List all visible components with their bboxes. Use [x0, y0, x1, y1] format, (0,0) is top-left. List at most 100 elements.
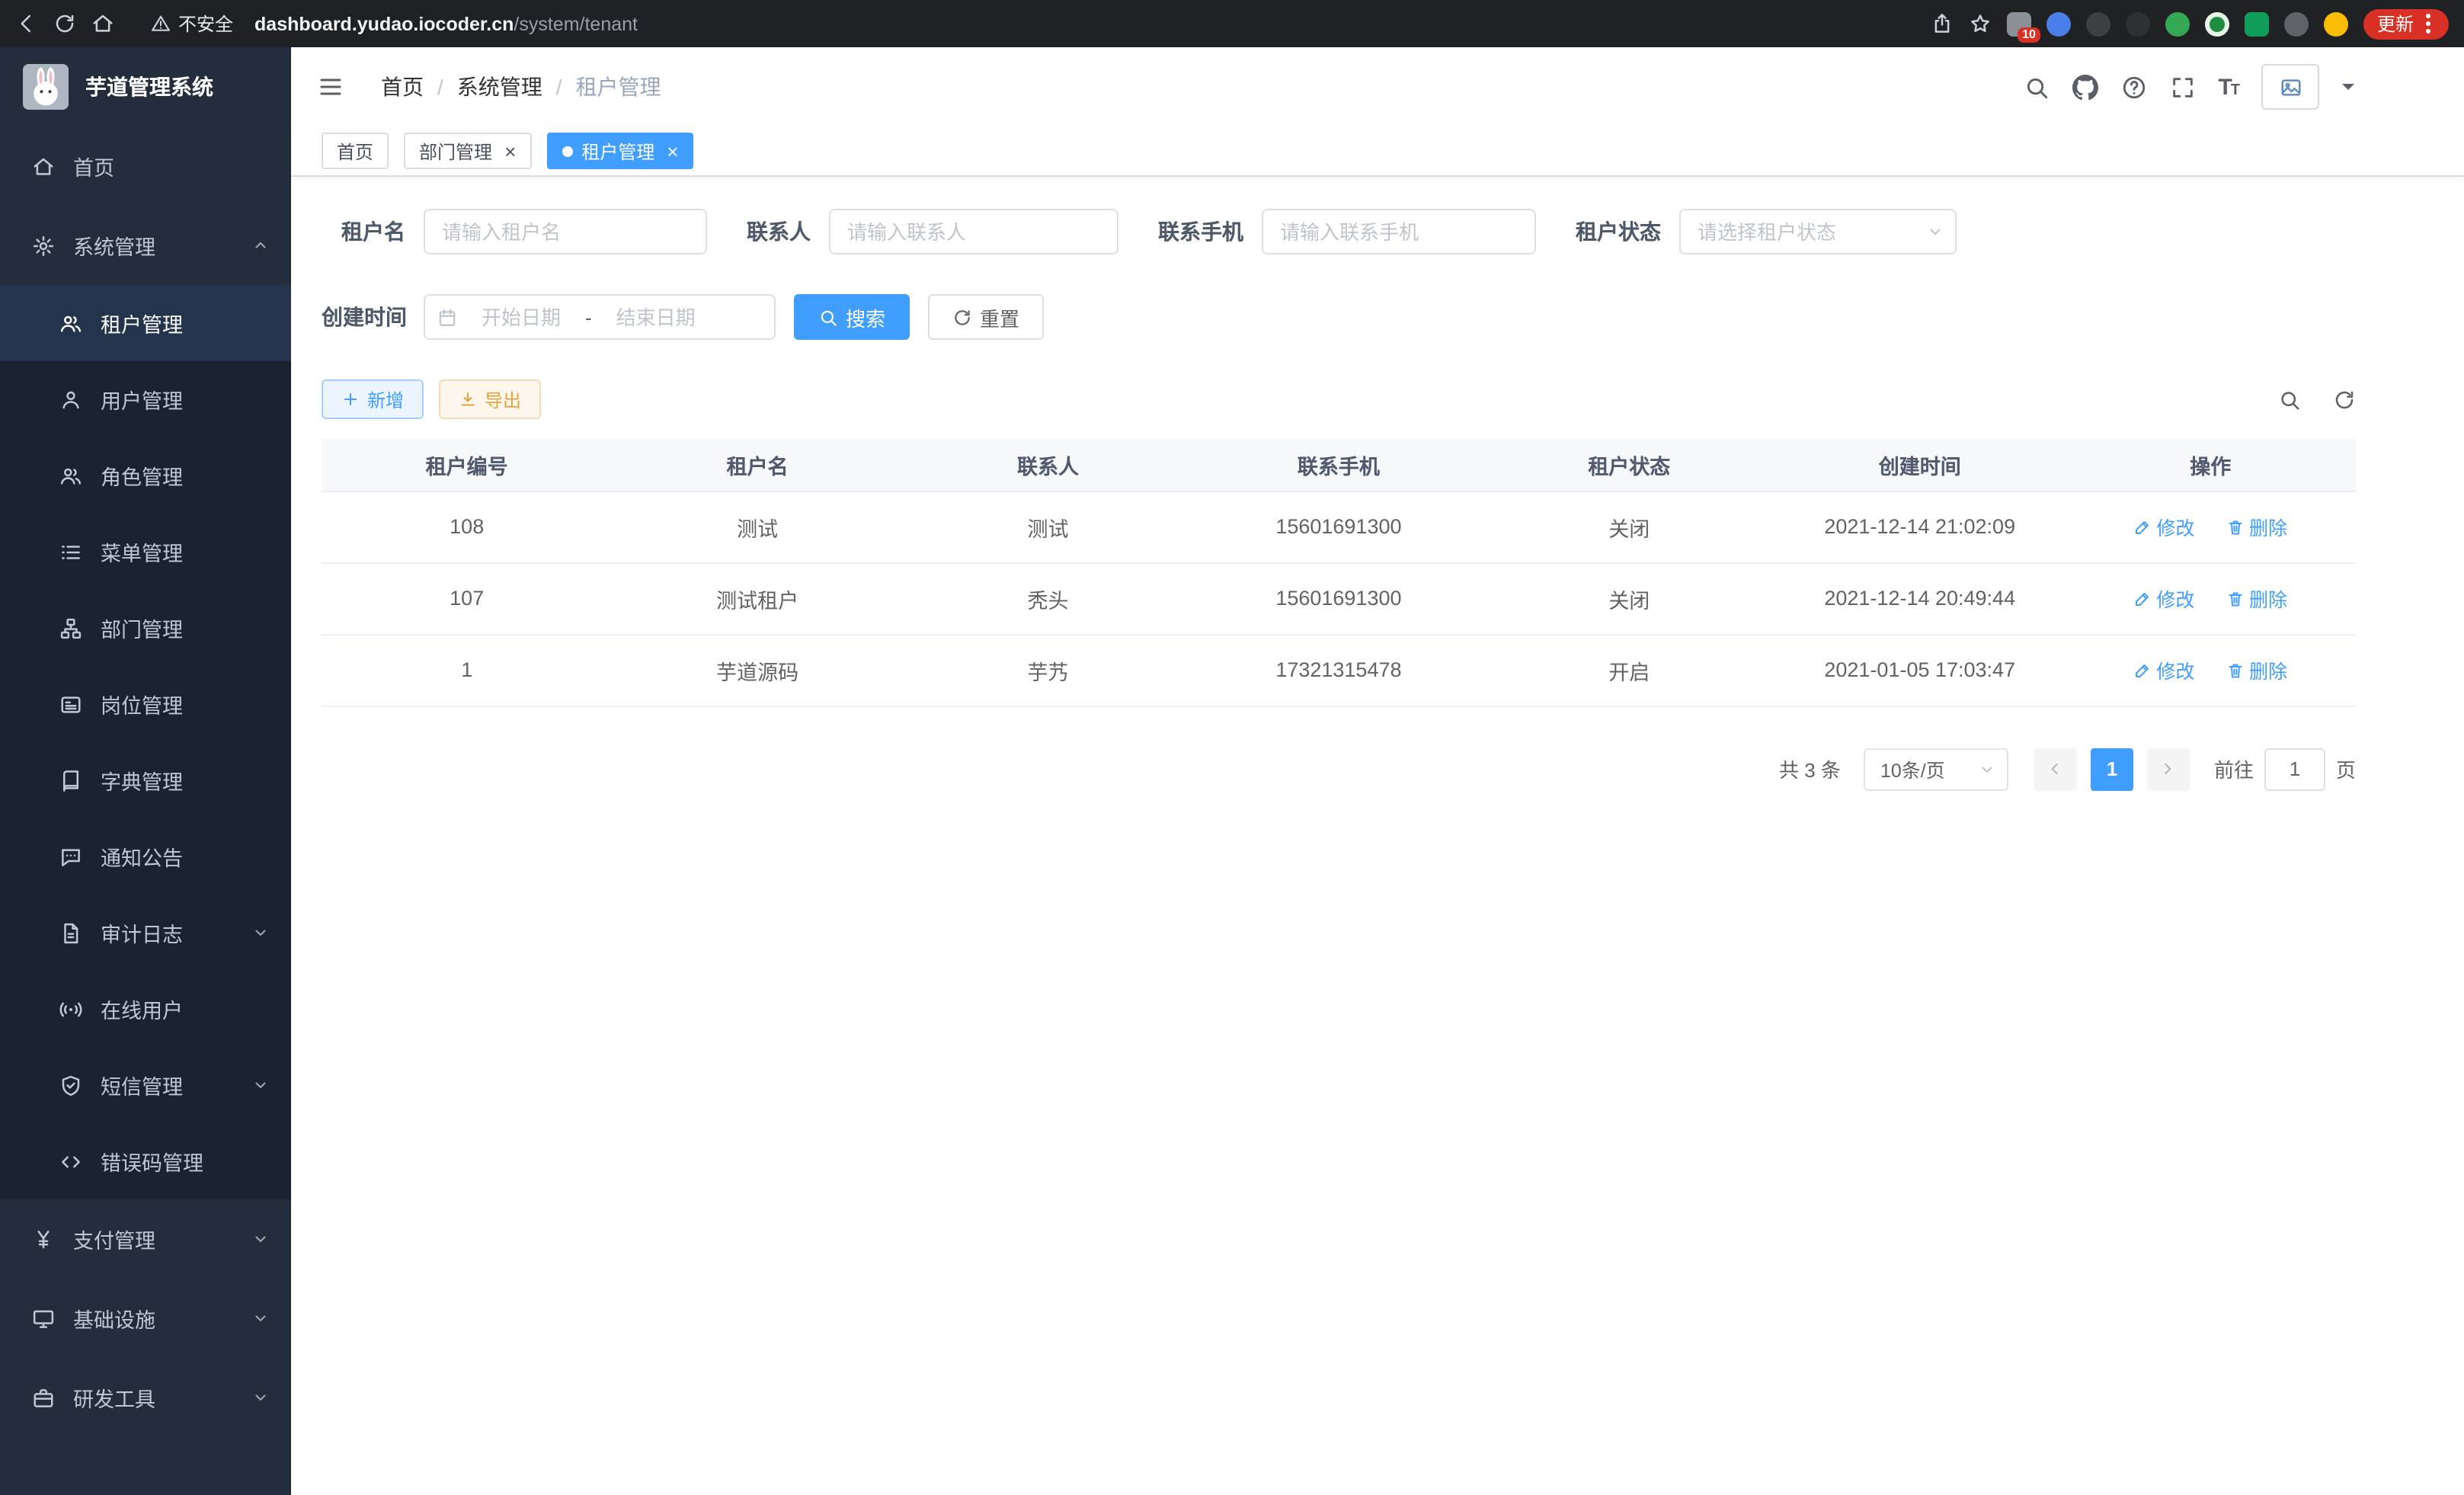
share-icon[interactable]: [1931, 12, 1954, 35]
sidebar-item-devtools[interactable]: 研发工具: [0, 1358, 291, 1437]
prev-page-button[interactable]: [2034, 748, 2077, 790]
tab-department-management[interactable]: 部门管理 ×: [404, 133, 531, 169]
date-range-picker[interactable]: -: [424, 294, 776, 340]
edit-link[interactable]: 修改: [2133, 584, 2194, 613]
end-date-input[interactable]: [598, 306, 714, 328]
page-size-input[interactable]: [1864, 748, 2008, 790]
sidebar-item-sms-management[interactable]: 短信管理: [0, 1047, 291, 1123]
page-number-button[interactable]: 1: [2091, 748, 2133, 790]
toggle-search-icon[interactable]: [2278, 388, 2301, 411]
hamburger-icon[interactable]: [317, 73, 344, 101]
start-date-input[interactable]: [463, 306, 579, 328]
close-icon[interactable]: ×: [667, 141, 678, 161]
pagination-total: 共 3 条: [1779, 754, 1841, 783]
sidebar-item-home[interactable]: 首页: [0, 126, 291, 206]
add-button[interactable]: 新增: [322, 379, 424, 419]
tab-tenant-management[interactable]: 租户管理 ×: [546, 133, 693, 169]
page-size-select[interactable]: [1864, 748, 2008, 790]
sidebar-item-dictionary-management[interactable]: 字典管理: [0, 742, 291, 818]
refresh-table-icon[interactable]: [2333, 388, 2356, 411]
post-badge-icon: [59, 693, 82, 715]
sidebar-item-system-management[interactable]: 系统管理: [0, 206, 291, 285]
sidebar-item-online-users[interactable]: 在线用户: [0, 971, 291, 1047]
phone-input[interactable]: [1262, 209, 1536, 255]
caret-down-icon[interactable]: [2342, 84, 2354, 96]
extension-icon[interactable]: [2126, 11, 2150, 36]
search-icon: [818, 307, 838, 327]
sidebar-item-department-management[interactable]: 部门管理: [0, 590, 291, 666]
goto-page-input[interactable]: [2264, 748, 2325, 790]
reset-button[interactable]: 重置: [928, 294, 1044, 340]
extension-icon[interactable]: [2245, 11, 2269, 36]
extension-icon[interactable]: [2324, 11, 2348, 36]
status-select[interactable]: [1679, 209, 1957, 255]
sidebar-item-audit-log[interactable]: 审计日志: [0, 895, 291, 971]
next-page-button[interactable]: [2147, 748, 2190, 790]
github-icon[interactable]: [2072, 74, 2098, 100]
devtools-case-icon: [32, 1386, 55, 1409]
delete-link[interactable]: 删除: [2226, 584, 2287, 613]
refresh-icon[interactable]: [53, 12, 76, 35]
filter-status: 租户状态: [1576, 209, 1957, 255]
status-select-input[interactable]: [1679, 209, 1957, 255]
tenant-name-input[interactable]: [424, 209, 707, 255]
sidebar-item-error-code-management[interactable]: 错误码管理: [0, 1123, 291, 1199]
column-header-name: 租户名: [612, 439, 902, 491]
column-header-phone: 联系手机: [1193, 439, 1483, 491]
extension-icon[interactable]: [2284, 11, 2309, 36]
app-title: 芋道管理系统: [85, 72, 213, 102]
address-bar[interactable]: dashboard.yudao.iocoder.cn/system/tenant: [254, 13, 638, 34]
security-indicator[interactable]: 不安全: [151, 11, 233, 37]
column-header-id: 租户编号: [322, 439, 612, 491]
delete-link[interactable]: 删除: [2226, 655, 2287, 684]
extension-icon[interactable]: 10: [2007, 11, 2031, 36]
edit-link[interactable]: 修改: [2133, 655, 2194, 684]
table-toolbar: 新增 导出: [322, 379, 2356, 419]
search-button[interactable]: 搜索: [794, 294, 910, 340]
sidebar-item-infrastructure[interactable]: 基础设施: [0, 1279, 291, 1358]
back-icon[interactable]: [15, 12, 38, 35]
extension-icon[interactable]: [2165, 11, 2190, 36]
online-signal-icon: [59, 997, 82, 1020]
date-range-separator: -: [585, 306, 592, 328]
fullscreen-icon[interactable]: [2169, 74, 2195, 100]
table-header-row: 租户编号 租户名 联系人 联系手机 租户状态 创建时间 操作: [322, 439, 2356, 491]
delete-link[interactable]: 删除: [2226, 512, 2287, 541]
sidebar-item-payment-management[interactable]: 支付管理: [0, 1199, 291, 1279]
sidebar-item-notice[interactable]: 通知公告: [0, 818, 291, 895]
font-size-icon[interactable]: TT: [2218, 74, 2238, 100]
tenant-name-label: 租户名: [322, 216, 405, 247]
breadcrumb: 首页 / 系统管理 / 租户管理: [381, 72, 661, 102]
department-tree-icon: [59, 616, 82, 639]
extension-icon[interactable]: [2046, 11, 2071, 36]
star-icon[interactable]: [1969, 12, 1992, 35]
tab-home[interactable]: 首页: [322, 133, 389, 169]
table-row: 107 测试租户 秃头 15601691300 关闭 2021-12-14 20…: [322, 562, 2356, 634]
sidebar-item-role-management[interactable]: 角色管理: [0, 437, 291, 514]
browser-menu-dots-icon[interactable]: [2421, 14, 2435, 34]
search-icon[interactable]: [2023, 74, 2049, 100]
contact-input[interactable]: [829, 209, 1118, 255]
app-logo[interactable]: 芋道管理系统: [0, 47, 291, 126]
breadcrumb-system[interactable]: 系统管理: [457, 72, 542, 102]
edit-icon: [2133, 661, 2152, 679]
sidebar-item-tenant-management[interactable]: 租户管理: [0, 285, 291, 361]
sidebar-item-post-management[interactable]: 岗位管理: [0, 666, 291, 742]
extension-icon[interactable]: [2086, 11, 2110, 36]
browser-chrome: 不安全 dashboard.yudao.iocoder.cn/system/te…: [0, 0, 2464, 47]
sidebar-item-menu-management[interactable]: 菜单管理: [0, 514, 291, 590]
home-icon[interactable]: [91, 12, 114, 35]
payment-yen-icon: [32, 1228, 55, 1250]
edit-link[interactable]: 修改: [2133, 512, 2194, 541]
browser-update-button[interactable]: 更新: [2363, 8, 2449, 39]
sidebar-item-user-management[interactable]: 用户管理: [0, 361, 291, 437]
avatar[interactable]: [2261, 64, 2319, 110]
extension-badge: 10: [2018, 27, 2040, 42]
breadcrumb-home[interactable]: 首页: [381, 72, 424, 102]
help-icon[interactable]: [2120, 74, 2146, 100]
close-icon[interactable]: ×: [504, 141, 516, 161]
topbar: 首页 / 系统管理 / 租户管理 TT: [291, 47, 2464, 126]
table-row: 1 芋道源码 芋艿 17321315478 开启 2021-01-05 17:0…: [322, 634, 2356, 706]
extension-icon[interactable]: [2205, 11, 2229, 36]
export-button[interactable]: 导出: [439, 379, 541, 419]
